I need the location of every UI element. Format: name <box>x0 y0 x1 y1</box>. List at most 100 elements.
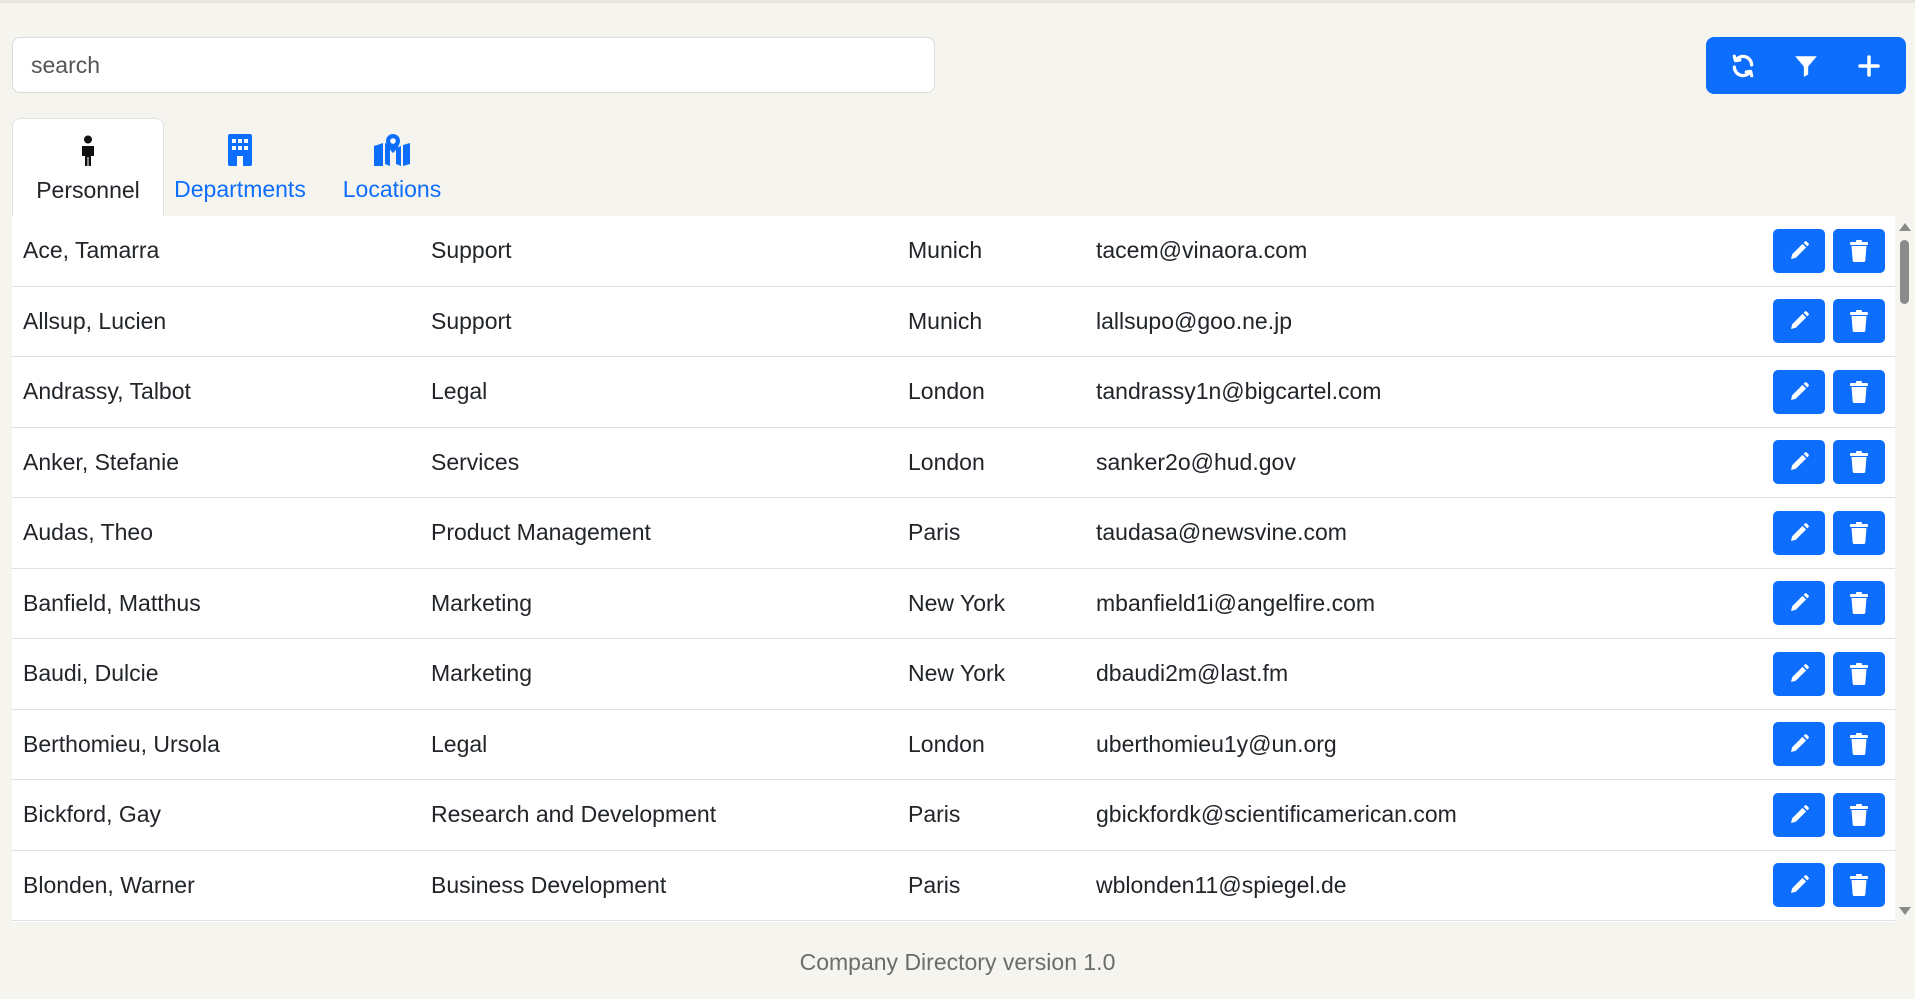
edit-button[interactable] <box>1773 792 1825 837</box>
search-box <box>12 37 935 93</box>
delete-button[interactable] <box>1833 792 1885 837</box>
edit-button[interactable] <box>1773 722 1825 767</box>
filter-button[interactable] <box>1776 37 1836 94</box>
edit-button[interactable] <box>1773 651 1825 696</box>
delete-button[interactable] <box>1833 440 1885 485</box>
scroll-up-arrow[interactable] <box>1899 223 1911 231</box>
personnel-location: Paris <box>908 801 961 828</box>
tab-departments[interactable]: Departments <box>164 118 316 216</box>
trash-icon <box>1850 310 1868 333</box>
personnel-email: lallsupo@goo.ne.jp <box>1096 307 1292 334</box>
personnel-name: Berthomieu, Ursola <box>23 730 220 757</box>
scroll-down-arrow[interactable] <box>1899 907 1911 915</box>
trash-icon <box>1850 380 1868 403</box>
trash-icon <box>1850 803 1868 826</box>
delete-button[interactable] <box>1833 228 1885 273</box>
table-row: Ace, Tamarra Support Munich tacem@vinaora.c… <box>12 216 1895 287</box>
personnel-location: Paris <box>908 871 961 898</box>
delete-button[interactable] <box>1833 369 1885 414</box>
personnel-department: Support <box>431 307 512 334</box>
table-row: Blonden, Warner Business Development Paris… <box>12 851 1895 921</box>
personnel-name: Baudi, Dulcie <box>23 660 159 687</box>
edit-button[interactable] <box>1773 581 1825 626</box>
pencil-icon <box>1791 381 1809 400</box>
pencil-icon <box>1791 875 1809 894</box>
toolbar-button-group <box>1706 37 1906 94</box>
pencil-icon <box>1791 452 1809 471</box>
trash-icon <box>1850 521 1868 544</box>
personnel-email: sanker2o@hud.gov <box>1096 448 1296 475</box>
pencil-icon <box>1791 804 1809 823</box>
edit-button[interactable] <box>1773 299 1825 344</box>
table-row: Bickford, Gay Research and Development Par… <box>12 780 1895 851</box>
delete-button[interactable] <box>1833 581 1885 626</box>
personnel-name: Blonden, Warner <box>23 871 195 898</box>
tab-personnel-label: Personnel <box>36 177 140 203</box>
row-actions <box>1773 651 1885 696</box>
personnel-table: Ace, Tamarra Support Munich tacem@vinaora.c… <box>12 216 1895 922</box>
personnel-email: wblonden11@spiegel.de <box>1096 871 1347 898</box>
row-actions <box>1773 510 1885 555</box>
personnel-name: Andrassy, Talbot <box>23 378 191 405</box>
row-actions <box>1773 299 1885 344</box>
personnel-location: London <box>908 448 985 475</box>
personnel-department: Research and Development <box>431 801 717 828</box>
personnel-department: Services <box>431 448 520 475</box>
table-row: Audas, Theo Product Management Paris taudas… <box>12 498 1895 569</box>
tab-departments-label: Departments <box>174 176 306 202</box>
edit-button[interactable] <box>1773 863 1825 908</box>
refresh-icon <box>1733 54 1754 77</box>
pencil-icon <box>1791 593 1809 612</box>
delete-button[interactable] <box>1833 651 1885 696</box>
table-row: Anker, Stefanie Services London sanker2o@hu… <box>12 428 1895 498</box>
map-location-icon <box>374 134 410 166</box>
personnel-department: Marketing <box>431 660 532 687</box>
table-scrollbar[interactable] <box>1895 216 1915 922</box>
trash-icon <box>1850 451 1868 474</box>
personnel-name: Banfield, Matthus <box>23 589 201 616</box>
table-row: Berthomieu, Ursola Legal London uberthomieu… <box>12 710 1895 780</box>
filter-icon <box>1795 55 1817 77</box>
edit-button[interactable] <box>1773 369 1825 414</box>
tab-personnel[interactable]: Personnel <box>12 118 164 216</box>
row-actions <box>1773 581 1885 626</box>
personnel-department: Support <box>431 237 512 264</box>
table-row: Banfield, Matthus Marketing New York mbanfi… <box>12 569 1895 639</box>
row-actions <box>1773 369 1885 414</box>
delete-button[interactable] <box>1833 722 1885 767</box>
personnel-department: Marketing <box>431 589 532 616</box>
personnel-email: dbaudi2m@last.fm <box>1096 660 1289 687</box>
personnel-location: New York <box>908 660 1006 687</box>
search-input[interactable] <box>31 51 916 79</box>
personnel-name: Anker, Stefanie <box>23 448 179 475</box>
pencil-icon <box>1791 522 1809 541</box>
personnel-location: London <box>908 730 985 757</box>
edit-button[interactable] <box>1773 510 1825 555</box>
personnel-department: Business Development <box>431 871 667 898</box>
refresh-button[interactable] <box>1713 37 1773 94</box>
scroll-thumb[interactable] <box>1900 240 1909 304</box>
delete-button[interactable] <box>1833 510 1885 555</box>
personnel-email: tandrassy1n@bigcartel.com <box>1096 378 1382 405</box>
edit-button[interactable] <box>1773 440 1825 485</box>
plus-icon <box>1857 54 1880 77</box>
row-actions <box>1773 863 1885 908</box>
person-icon <box>82 135 94 166</box>
add-button[interactable] <box>1839 37 1899 94</box>
footer-version-text: Company Directory version 1.0 <box>799 949 1116 975</box>
personnel-name: Bickford, Gay <box>23 801 162 828</box>
table-row: Allsup, Lucien Support Munich lallsupo@goo.… <box>12 287 1895 357</box>
trash-icon <box>1850 592 1868 615</box>
personnel-name: Audas, Theo <box>23 519 154 546</box>
personnel-location: New York <box>908 589 1006 616</box>
personnel-email: taudasa@newsvine.com <box>1096 519 1347 546</box>
row-actions <box>1773 228 1885 273</box>
row-actions <box>1773 722 1885 767</box>
delete-button[interactable] <box>1833 863 1885 908</box>
table-row: Baudi, Dulcie Marketing New York dbaudi2m@l… <box>12 639 1895 710</box>
tab-locations[interactable]: Locations <box>316 118 468 216</box>
trash-icon <box>1850 662 1868 685</box>
delete-button[interactable] <box>1833 299 1885 344</box>
personnel-name: Ace, Tamarra <box>23 237 160 264</box>
edit-button[interactable] <box>1773 228 1825 273</box>
